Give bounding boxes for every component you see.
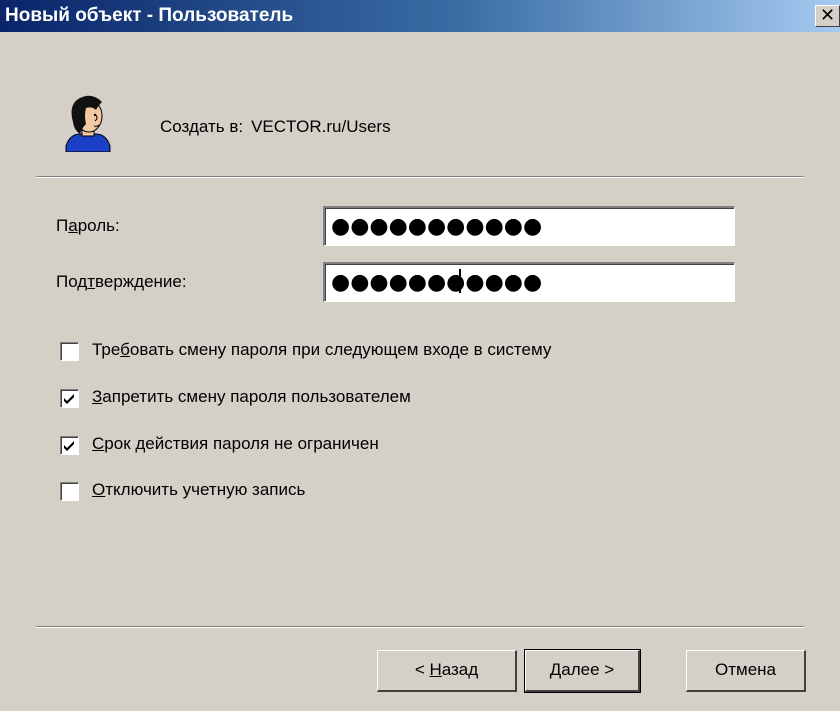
cancel-button[interactable]: Отмена xyxy=(686,650,806,692)
create-in-label: Создать в: xyxy=(160,117,244,136)
option-never-expires-label: Срок действия пароля не ограничен xyxy=(92,434,379,453)
password-input[interactable]: ●●●●●●●●●●● xyxy=(322,205,736,247)
footer-divider xyxy=(36,626,804,628)
confirm-label: Подтверждение: xyxy=(56,272,187,292)
password-label-suffix: роль: xyxy=(77,216,120,235)
checkbox-disable-account[interactable] xyxy=(60,482,79,501)
password-label-accel: а xyxy=(68,216,78,235)
text-caret xyxy=(459,269,461,293)
password-value: ●●●●●●●●●●● xyxy=(331,214,543,239)
checkbox-require-change[interactable] xyxy=(60,342,79,361)
create-in-path: VECTOR.ru/Users xyxy=(251,117,391,136)
close-icon: ✕ xyxy=(819,5,836,25)
back-button[interactable]: < Назад xyxy=(377,650,517,692)
next-button[interactable]: Далее > xyxy=(524,649,641,693)
confirm-label-accel: т xyxy=(87,272,96,291)
create-in-text: Создать в: VECTOR.ru/Users xyxy=(160,117,391,137)
title-bar: Новый объект - Пользователь ✕ xyxy=(0,0,840,32)
window-title: Новый объект - Пользователь xyxy=(5,5,294,26)
password-label-prefix: П xyxy=(56,216,69,235)
close-button[interactable]: ✕ xyxy=(815,5,840,27)
checkmark-icon xyxy=(64,394,74,404)
checkmark-icon xyxy=(64,441,74,451)
checkbox-deny-change[interactable] xyxy=(60,389,79,408)
password-label: Пароль: xyxy=(56,216,120,236)
confirm-value: ●●●●●●●●●●● xyxy=(331,270,543,295)
confirm-password-input[interactable]: ●●●●●●●●●●● xyxy=(322,261,736,303)
option-deny-change-label: Запретить смену пароля пользователем xyxy=(92,387,411,406)
confirm-label-suffix: верждение: xyxy=(95,272,187,291)
user-icon xyxy=(62,94,114,153)
option-disable-account-label: Отключить учетную запись xyxy=(92,480,306,499)
option-require-change-label: Требовать смену пароля при следующем вхо… xyxy=(92,340,552,359)
header-divider xyxy=(36,176,804,178)
checkbox-never-expires[interactable] xyxy=(60,436,79,455)
confirm-label-prefix: Под xyxy=(56,272,88,291)
